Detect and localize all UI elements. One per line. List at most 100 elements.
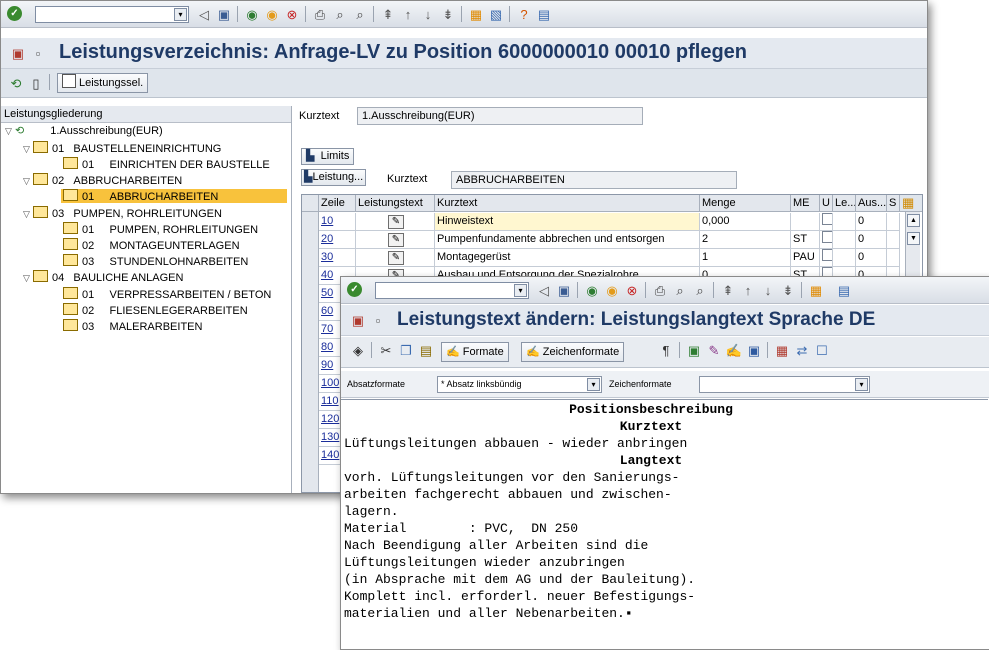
- menu-icon[interactable]: ▣: [9, 44, 27, 62]
- tree-node-01-01[interactable]: 01 EINRICHTEN DER BAUSTELLE: [63, 157, 270, 171]
- formate-button[interactable]: ✍ Formate: [441, 342, 509, 362]
- cut-icon[interactable]: ✂: [377, 341, 395, 359]
- comment-icon[interactable]: ☐: [813, 341, 831, 359]
- cell-me[interactable]: PAU: [791, 249, 820, 267]
- zeichenformate-select[interactable]: ▾: [699, 376, 870, 393]
- switch-editor-icon[interactable]: ◈: [349, 341, 367, 359]
- save-icon[interactable]: ▣: [555, 281, 573, 299]
- tree-node-04[interactable]: ▽ 04 BAULICHE ANLAGEN: [23, 270, 183, 284]
- col-u[interactable]: U: [820, 195, 833, 212]
- save-text-icon[interactable]: ▣: [745, 341, 763, 359]
- prev-page-icon[interactable]: ↑: [399, 5, 417, 23]
- limits-button[interactable]: ▙ Limits: [301, 148, 355, 165]
- column-settings-icon[interactable]: ▦: [900, 195, 922, 212]
- prev-page-icon[interactable]: ↑: [739, 281, 757, 299]
- tree-node-03-01[interactable]: 01 PUMPEN, ROHRLEITUNGEN: [63, 222, 258, 236]
- help-icon[interactable]: ?: [515, 5, 533, 23]
- cell-zeile[interactable]: 20: [319, 231, 356, 249]
- merge-icon[interactable]: ⇄: [793, 341, 811, 359]
- collapse-icon[interactable]: ▽: [23, 174, 33, 188]
- tree-node-02[interactable]: ▽ 02 ABBRUCHARBEITEN: [23, 173, 182, 187]
- exit-icon[interactable]: ◉: [263, 5, 281, 23]
- print-icon[interactable]: ⎙: [651, 281, 669, 299]
- new-session-icon[interactable]: ▦: [807, 281, 825, 299]
- cell-zeile[interactable]: 10: [319, 213, 356, 231]
- collapse-icon[interactable]: ▽: [23, 142, 33, 156]
- edit-text-icon[interactable]: ✎: [388, 215, 404, 229]
- menu-dropdown-icon[interactable]: ▫: [369, 311, 387, 329]
- print-icon[interactable]: ⎙: [311, 5, 329, 23]
- enter-check-icon[interactable]: ✓: [347, 282, 362, 297]
- new-document-icon[interactable]: ▯: [27, 74, 45, 92]
- next-page-icon[interactable]: ↓: [419, 5, 437, 23]
- cancel-icon[interactable]: ⊗: [283, 5, 301, 23]
- cell-me[interactable]: [791, 213, 820, 231]
- col-menge[interactable]: Menge: [700, 195, 791, 212]
- scroll-up-icon[interactable]: ▲: [907, 214, 920, 227]
- other-object-icon[interactable]: ⟲: [7, 74, 25, 92]
- menu-icon[interactable]: ▣: [349, 311, 367, 329]
- menu-dropdown-icon[interactable]: ▫: [29, 44, 47, 62]
- tree-node-04-03[interactable]: 03 MALERARBEITEN: [63, 319, 202, 333]
- pen-icon[interactable]: ✎: [705, 341, 723, 359]
- command-dropdown-icon[interactable]: ▾: [514, 284, 527, 297]
- cell-st[interactable]: [887, 249, 900, 267]
- cell-zeile[interactable]: 30: [319, 249, 356, 267]
- col-kurztext[interactable]: Kurztext: [435, 195, 700, 212]
- format-brush-icon[interactable]: ✍: [725, 341, 743, 359]
- leistungssel-button[interactable]: Leistungssel.: [57, 73, 149, 93]
- col-st[interactable]: S: [887, 195, 900, 212]
- cell-st[interactable]: [887, 231, 900, 249]
- tree-node-03-02[interactable]: 02 MONTAGEUNTERLAGEN: [63, 238, 240, 252]
- checkbox[interactable]: [822, 231, 832, 243]
- tree-node-02-01-selected[interactable]: 01 ABBRUCHARBEITEN: [61, 189, 287, 203]
- cell-u[interactable]: [820, 249, 833, 267]
- shortcut-icon[interactable]: ▧: [487, 5, 505, 23]
- select-all-corner[interactable]: [302, 195, 319, 212]
- col-aus[interactable]: Aus...: [856, 195, 887, 212]
- cell-leistungstext[interactable]: ✎: [356, 213, 435, 231]
- layout-icon[interactable]: ▤: [835, 281, 853, 299]
- cell-menge[interactable]: 1: [700, 249, 791, 267]
- dropdown-icon[interactable]: ▾: [855, 378, 868, 391]
- cancel-icon[interactable]: ⊗: [623, 281, 641, 299]
- text-editor[interactable]: Positionsbeschreibung Kurztext Lüftungsl…: [341, 399, 988, 649]
- edit-text-icon[interactable]: ✎: [388, 233, 404, 247]
- tree-node-01[interactable]: ▽ 01 BAUSTELLENEINRICHTUNG: [23, 141, 221, 155]
- tree-node-04-01[interactable]: 01 VERPRESSARBEITEN / BETON: [63, 287, 271, 301]
- layout-icon[interactable]: ▤: [535, 5, 553, 23]
- tree-node-root[interactable]: ▽ ⟲ 1.Ausschreibung(EUR): [5, 124, 163, 138]
- cell-u[interactable]: [820, 231, 833, 249]
- col-zeile[interactable]: Zeile: [319, 195, 356, 212]
- cell-leistungstext[interactable]: ✎: [356, 231, 435, 249]
- collapse-icon[interactable]: ▽: [23, 207, 33, 221]
- scroll-down-icon[interactable]: ▼: [907, 232, 920, 245]
- zeichenformate-button[interactable]: ✍ Zeichenformate: [521, 342, 625, 362]
- back-arrow-icon[interactable]: ◁: [535, 281, 553, 299]
- next-page-icon[interactable]: ↓: [759, 281, 777, 299]
- paragraph-icon[interactable]: ¶: [657, 341, 675, 359]
- tree-node-04-02[interactable]: 02 FLIESENLEGERARBEITEN: [63, 303, 248, 317]
- leistung-button[interactable]: ▙Leistung...: [301, 169, 367, 186]
- cell-le[interactable]: [833, 213, 856, 231]
- collapse-icon[interactable]: ▽: [5, 124, 15, 138]
- cell-menge[interactable]: 0,000: [700, 213, 791, 231]
- collapse-icon[interactable]: ▽: [23, 271, 33, 285]
- edit-text-icon[interactable]: ✎: [388, 251, 404, 265]
- pdf-icon[interactable]: ▦: [773, 341, 791, 359]
- paste-icon[interactable]: ▤: [417, 341, 435, 359]
- insert-icon[interactable]: ▣: [685, 341, 703, 359]
- back-icon[interactable]: ◉: [583, 281, 601, 299]
- last-page-icon[interactable]: ⇟: [439, 5, 457, 23]
- command-field-2[interactable]: ▾: [375, 282, 529, 299]
- cell-u[interactable]: [820, 213, 833, 231]
- command-field[interactable]: ▾: [35, 6, 189, 23]
- row-selector-column[interactable]: [302, 212, 319, 492]
- checkbox[interactable]: [822, 249, 832, 261]
- first-page-icon[interactable]: ⇞: [719, 281, 737, 299]
- enter-check-icon[interactable]: ✓: [7, 6, 22, 21]
- cell-aus[interactable]: 0: [856, 231, 887, 249]
- find-next-icon[interactable]: ⌕: [691, 281, 709, 299]
- new-session-icon[interactable]: ▦: [467, 5, 485, 23]
- cell-kurztext[interactable]: Pumpenfundamente abbrechen und entsorgen: [435, 231, 700, 249]
